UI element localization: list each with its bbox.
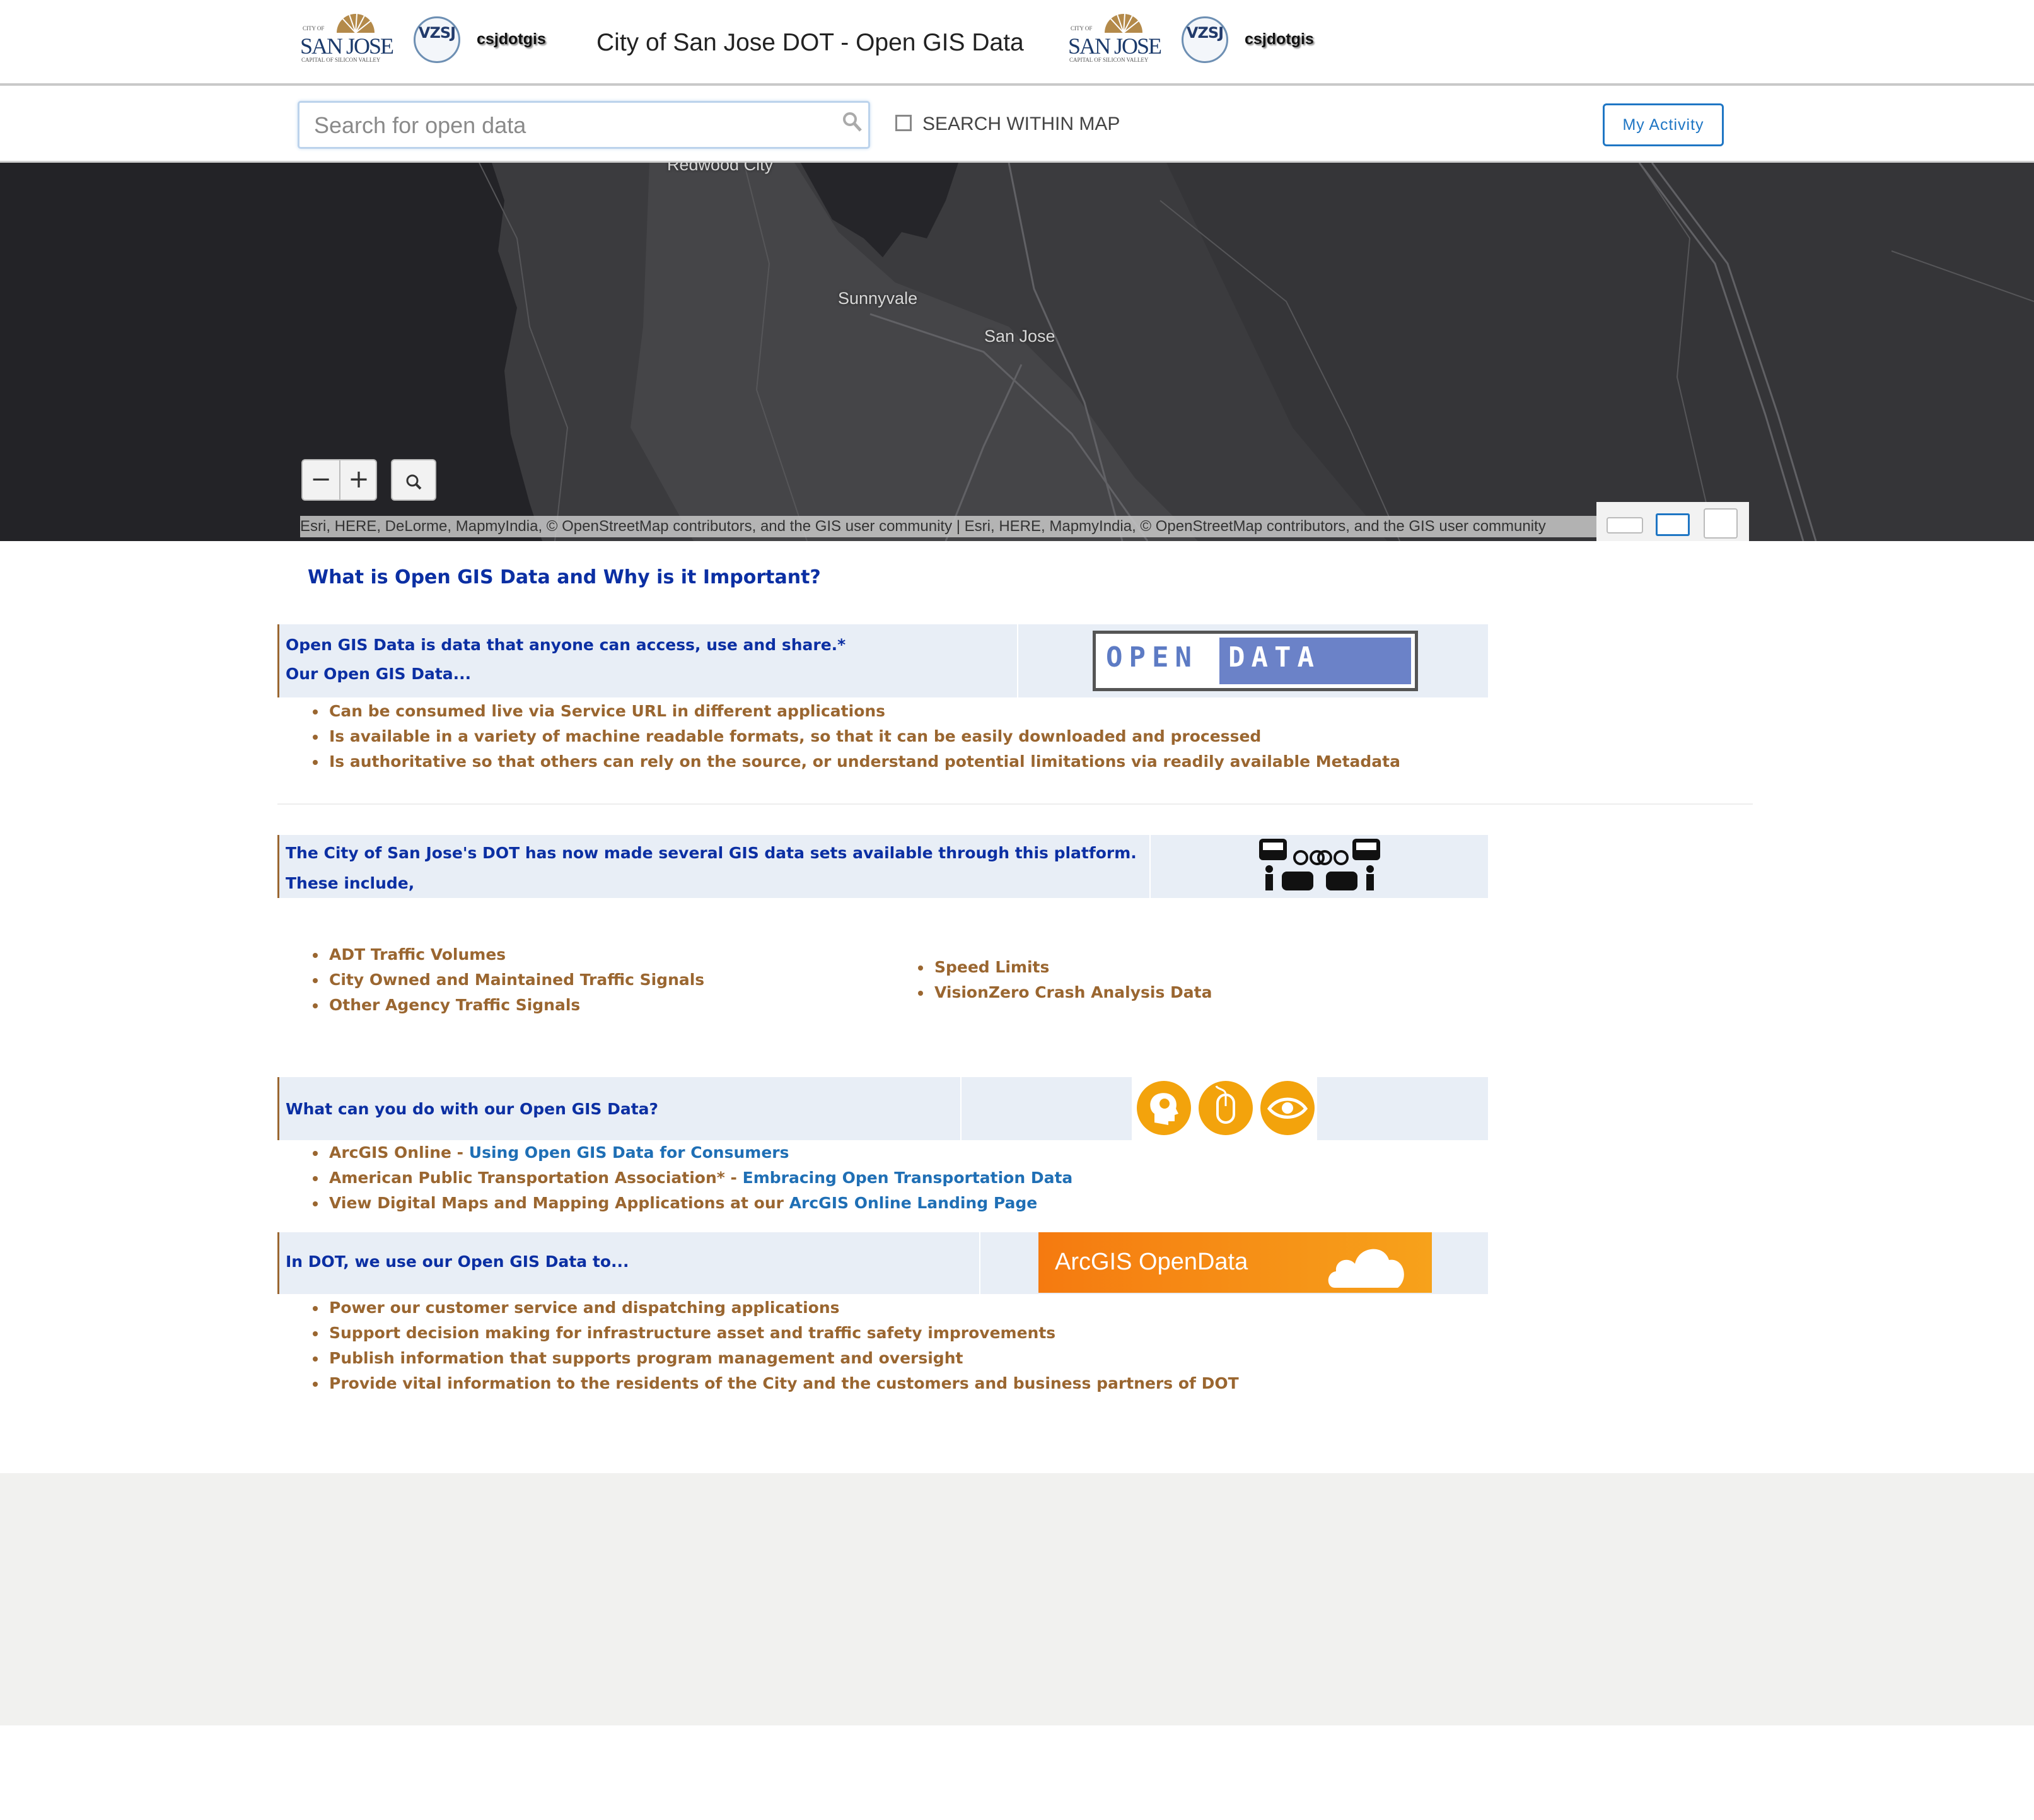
logo-small-text-right: CITY OF: [1071, 25, 1093, 32]
open-data-badge: OPEN DATA: [1093, 631, 1418, 691]
list-item: ADT Traffic Volumes: [308, 942, 704, 967]
search-input[interactable]: [313, 107, 832, 144]
my-activity-button[interactable]: My Activity: [1603, 103, 1724, 146]
uses-heading: What can you do with our Open GIS Data?: [286, 1100, 659, 1118]
panel-divider: [1149, 835, 1151, 898]
datasets-list-right: Speed Limits VisionZero Crash Analysis D…: [913, 955, 1212, 1005]
uses-list: ArcGIS Online - Using Open GIS Data for …: [308, 1140, 1072, 1216]
transportation-icon: [1257, 836, 1383, 897]
datasets-line-2: These include,: [286, 874, 415, 892]
datasets-line-1: The City of San Jose's DOT has now made …: [286, 844, 1137, 862]
consumers-link[interactable]: Using Open GIS Data for Consumers: [469, 1143, 789, 1162]
list-item: Other Agency Traffic Signals: [308, 993, 704, 1018]
site-header: CITY OF SAN JOSE CAPITAL OF SILICON VALL…: [0, 0, 2034, 86]
map-attribution: Esri, HERE, DeLorme, MapmyIndia, © OpenS…: [300, 516, 1596, 537]
zoom-out-button[interactable]: −: [303, 460, 339, 499]
list-item: Is available in a variety of machine rea…: [308, 724, 1400, 749]
datasets-list-left: ADT Traffic Volumes City Owned and Maint…: [308, 942, 704, 1018]
vz-badge-text-right: VZSJ: [1186, 24, 1224, 42]
dot-uses-list: Power our customer service and dispatchi…: [308, 1295, 1239, 1396]
item-prefix: ArcGIS Online -: [329, 1143, 469, 1162]
san-jose-logo-right[interactable]: CITY OF SAN JOSE CAPITAL OF SILICON VALL…: [1067, 11, 1162, 68]
section-open-data-intro: Open GIS Data is data that anyone can ac…: [277, 624, 1488, 697]
landing-page-link[interactable]: ArcGIS Online Landing Page: [789, 1194, 1038, 1212]
dot-uses-heading: In DOT, we use our Open GIS Data to...: [286, 1252, 629, 1271]
page-title: City of San Jose DOT - Open GIS Data: [596, 29, 1024, 56]
logo-tagline: CAPITAL OF SILICON VALLEY: [301, 57, 381, 63]
basemap-option-imagery[interactable]: [1704, 508, 1738, 539]
logo-text-right: SAN JOSE: [1068, 33, 1162, 59]
panel-divider: [979, 1232, 980, 1294]
zoom-control: − +: [301, 459, 377, 501]
zoom-in-button[interactable]: +: [340, 460, 377, 499]
list-item: Can be consumed live via Service URL in …: [308, 699, 1400, 724]
section-uses: What can you do with our Open GIS Data?: [277, 1077, 1488, 1140]
intro-bullet-list: Can be consumed live via Service URL in …: [308, 699, 1400, 774]
section-dot-uses: In DOT, we use our Open GIS Data to... A…: [277, 1232, 1488, 1294]
basemap-switcher: [1596, 502, 1749, 541]
uses-icons-box: [1132, 1077, 1317, 1140]
san-jose-logo[interactable]: CITY OF SAN JOSE CAPITAL OF SILICON VALL…: [299, 11, 394, 68]
logo-text: SAN JOSE: [300, 33, 394, 59]
list-item: Speed Limits: [913, 955, 1212, 980]
item-prefix: View Digital Maps and Mapping Applicatio…: [329, 1194, 789, 1212]
list-item: Support decision making for infrastructu…: [308, 1321, 1239, 1346]
user-name-right[interactable]: csjdotgis: [1245, 30, 1314, 49]
banner-text: ArcGIS OpenData: [1055, 1249, 1248, 1275]
list-item: View Digital Maps and Mapping Applicatio…: [308, 1191, 1072, 1216]
basemap-option-selected[interactable]: [1656, 513, 1690, 536]
search-icon[interactable]: [842, 111, 863, 134]
footer: [0, 1473, 2034, 1725]
map-search-button[interactable]: [391, 459, 436, 501]
city-label-redwood: Redwood City: [667, 163, 774, 174]
arcgis-opendata-banner[interactable]: ArcGIS OpenData: [1038, 1232, 1432, 1293]
mouse-icon: [1199, 1081, 1253, 1135]
apta-link[interactable]: Embracing Open Transportation Data: [743, 1169, 1073, 1187]
vision-zero-logo[interactable]: VZSJ: [414, 16, 460, 63]
item-prefix: American Public Transportation Associati…: [329, 1169, 743, 1187]
panel-divider: [960, 1077, 962, 1140]
cloud-icon: [1326, 1235, 1410, 1292]
list-item: City Owned and Maintained Traffic Signal…: [308, 967, 704, 993]
section-divider: [277, 803, 1753, 805]
vision-zero-logo-right[interactable]: VZSJ: [1182, 16, 1228, 63]
list-item: Power our customer service and dispatchi…: [308, 1295, 1239, 1321]
eye-icon: [1260, 1081, 1315, 1135]
badge-data-text: DATA: [1228, 641, 1320, 674]
list-item: Provide vital information to the residen…: [308, 1371, 1239, 1396]
city-label-sunnyvale: Sunnyvale: [838, 289, 918, 308]
list-item: Is authoritative so that others can rely…: [308, 749, 1400, 774]
city-label-san-jose: San Jose: [984, 327, 1055, 346]
magnifier-icon: [406, 474, 422, 490]
vz-badge-text: VZSJ: [418, 24, 456, 42]
logo-tagline-right: CAPITAL OF SILICON VALLEY: [1069, 57, 1149, 63]
intro-line-2: Our Open GIS Data...: [286, 665, 472, 683]
section-datasets: The City of San Jose's DOT has now made …: [277, 835, 1488, 898]
list-item: VisionZero Crash Analysis Data: [913, 980, 1212, 1005]
search-within-map-checkbox[interactable]: [895, 115, 912, 131]
intro-line-1: Open GIS Data is data that anyone can ac…: [286, 636, 846, 654]
basemap-option-light[interactable]: [1607, 517, 1643, 534]
list-item: American Public Transportation Associati…: [308, 1165, 1072, 1191]
badge-open-text: OPEN: [1106, 641, 1198, 674]
list-item: Publish information that supports progra…: [308, 1346, 1239, 1371]
panel-divider: [1017, 624, 1018, 697]
list-item: ArcGIS Online - Using Open GIS Data for …: [308, 1140, 1072, 1165]
user-name[interactable]: csjdotgis: [477, 30, 546, 49]
main-heading: What is Open GIS Data and Why is it Impo…: [308, 566, 821, 588]
idea-head-icon: [1137, 1081, 1191, 1135]
logo-small-text: CITY OF: [303, 25, 325, 32]
search-within-map-label[interactable]: SEARCH WITHIN MAP: [922, 114, 1120, 135]
